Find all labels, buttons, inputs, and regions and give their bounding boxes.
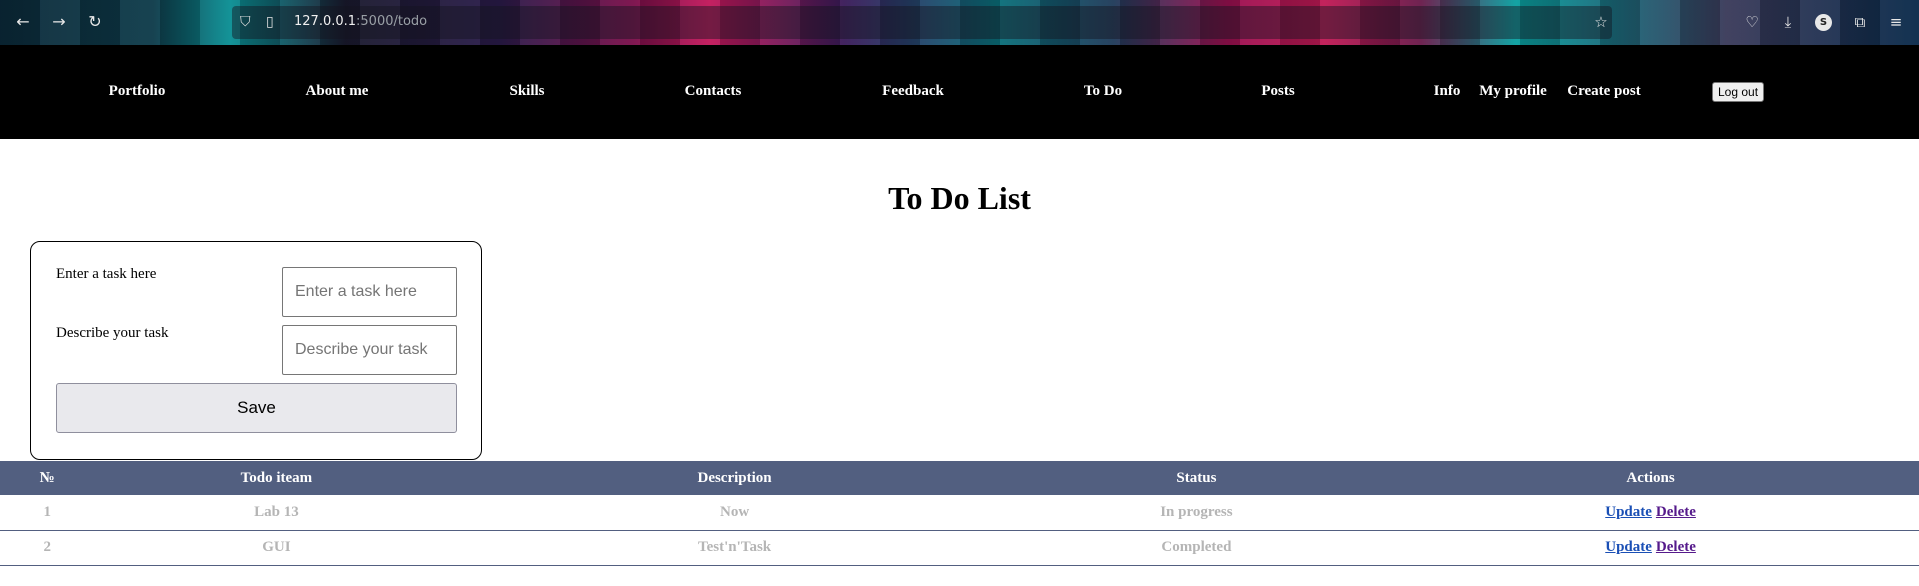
shield-icon[interactable]: ⛉ — [240, 14, 251, 30]
header-todo-item: Todo iteam — [94, 461, 459, 495]
table-row: 2 GUI Test'n'Task Completed Update Delete — [0, 530, 1919, 566]
page-icon: ▯ — [266, 14, 274, 30]
profile-icon[interactable]: S — [1815, 14, 1832, 31]
todo-form: Enter a task here Describe your task Sav… — [30, 241, 482, 460]
delete-link[interactable]: Delete — [1656, 504, 1696, 520]
todo-table: № Todo iteam Description Status Actions … — [0, 461, 1919, 566]
row-status: In progress — [1010, 495, 1383, 531]
row-actions: Update Delete — [1382, 495, 1919, 531]
back-arrow-icon[interactable]: ← — [13, 12, 33, 32]
row-item: GUI — [94, 530, 459, 566]
nav-link-portfolio[interactable]: Portfolio — [109, 83, 166, 100]
url-bar[interactable]: ⛉ ▯ 127.0.0.1:5000/todo — [232, 6, 1612, 39]
row-status: Completed — [1010, 530, 1383, 566]
download-icon[interactable]: ⤓ — [1778, 12, 1798, 32]
nav-link-contacts[interactable]: Contacts — [685, 83, 742, 100]
nav-link-feedback[interactable]: Feedback — [882, 83, 944, 100]
site-navbar: Portfolio About me Skills Contacts Feedb… — [0, 45, 1919, 139]
header-actions: Actions — [1382, 461, 1919, 495]
header-number: № — [0, 461, 95, 495]
table-header-row: № Todo iteam Description Status Actions — [0, 461, 1919, 495]
update-link[interactable]: Update — [1605, 504, 1652, 520]
nav-link-posts[interactable]: Posts — [1261, 83, 1294, 100]
menu-icon[interactable]: ≡ — [1886, 12, 1906, 32]
nav-link-my-profile[interactable]: My profile — [1479, 83, 1547, 100]
reload-icon[interactable]: ↻ — [85, 12, 105, 32]
table-row: 1 Lab 13 Now In progress Update Delete — [0, 495, 1919, 531]
nav-link-skills[interactable]: Skills — [509, 83, 544, 100]
nav-link-create-post[interactable]: Create post — [1567, 83, 1640, 100]
star-icon[interactable]: ☆ — [1591, 12, 1611, 32]
row-description: Now — [458, 495, 1011, 531]
logout-button[interactable]: Log out — [1712, 82, 1765, 102]
page-title: To Do List — [888, 180, 1031, 216]
header-status: Status — [1010, 461, 1383, 495]
update-link[interactable]: Update — [1605, 539, 1652, 555]
row-number: 1 — [0, 495, 95, 531]
delete-link[interactable]: Delete — [1656, 539, 1696, 555]
task-input[interactable] — [282, 267, 457, 317]
nav-link-to-do[interactable]: To Do — [1084, 83, 1122, 100]
nav-link-info[interactable]: Info — [1434, 83, 1461, 100]
task-label: Enter a task here — [56, 266, 157, 282]
url-text: 127.0.0.1:5000/todo — [294, 14, 428, 29]
pocket-icon[interactable]: ♡ — [1742, 12, 1762, 32]
extensions-icon[interactable]: ⧉ — [1850, 12, 1870, 32]
row-item: Lab 13 — [94, 495, 459, 531]
row-actions: Update Delete — [1382, 530, 1919, 566]
nav-link-about-me[interactable]: About me — [306, 83, 369, 100]
header-description: Description — [458, 461, 1011, 495]
forward-arrow-icon[interactable]: → — [49, 12, 69, 32]
row-number: 2 — [0, 530, 95, 566]
description-label: Describe your task — [56, 325, 169, 341]
save-button[interactable]: Save — [56, 383, 457, 433]
description-input[interactable] — [282, 325, 457, 375]
row-description: Test'n'Task — [458, 530, 1011, 566]
